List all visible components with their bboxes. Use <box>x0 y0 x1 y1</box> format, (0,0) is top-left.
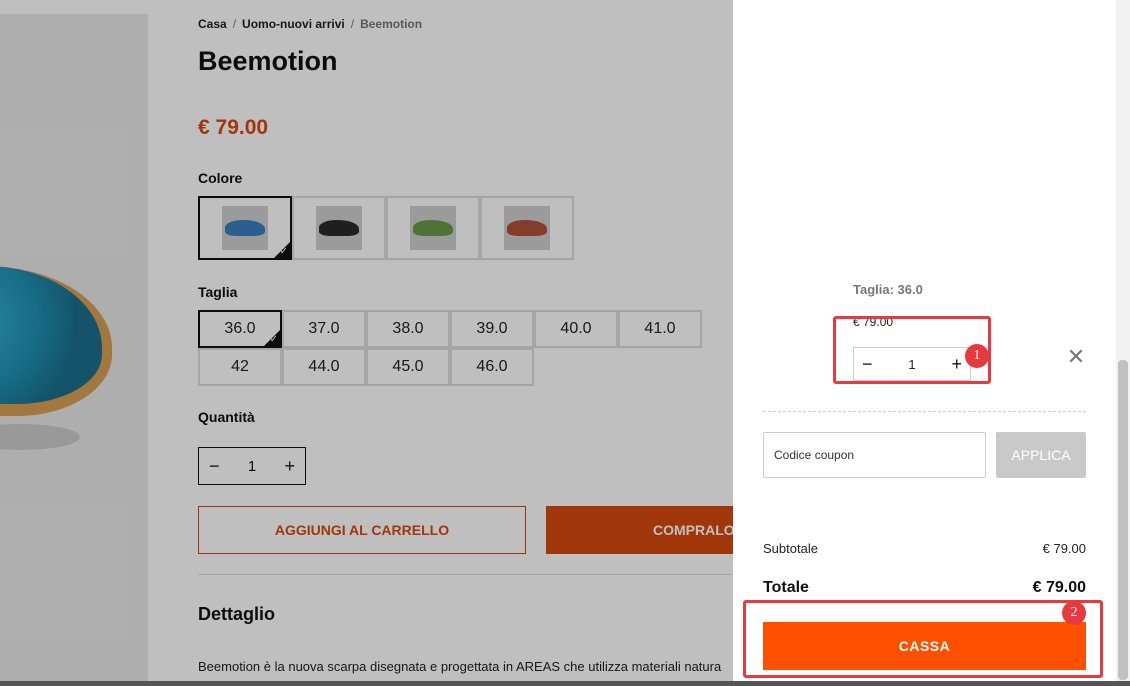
apply-coupon-button[interactable]: APPLICA <box>996 432 1086 478</box>
annotation-badge-1: 1 <box>965 344 989 368</box>
coupon-input[interactable] <box>763 432 986 478</box>
checkout-button[interactable]: CASSA <box>763 622 1086 670</box>
plus-icon[interactable]: + <box>951 354 962 375</box>
cart-item-price: € 79.00 <box>853 315 894 329</box>
subtotal-label: Subtotale <box>763 541 818 556</box>
scrollbar-thumb[interactable] <box>1118 360 1128 680</box>
cart-item-size: Taglia: 36.0 <box>853 282 923 297</box>
cart-quantity-stepper: − 1 + <box>853 347 971 381</box>
total-label: Totale <box>763 579 809 596</box>
close-icon[interactable]: ✕ <box>1066 346 1086 368</box>
total-value: € 79.00 <box>1032 579 1086 596</box>
minus-icon[interactable]: − <box>862 354 873 375</box>
cart-quantity-value[interactable]: 1 <box>908 357 915 372</box>
subtotal-value: € 79.00 <box>1042 541 1086 556</box>
divider <box>763 411 1086 412</box>
scrollbar[interactable] <box>1116 0 1130 686</box>
annotation-badge-2: 2 <box>1062 601 1086 625</box>
page-overlay[interactable] <box>0 0 733 686</box>
bottom-bar <box>0 681 1130 686</box>
